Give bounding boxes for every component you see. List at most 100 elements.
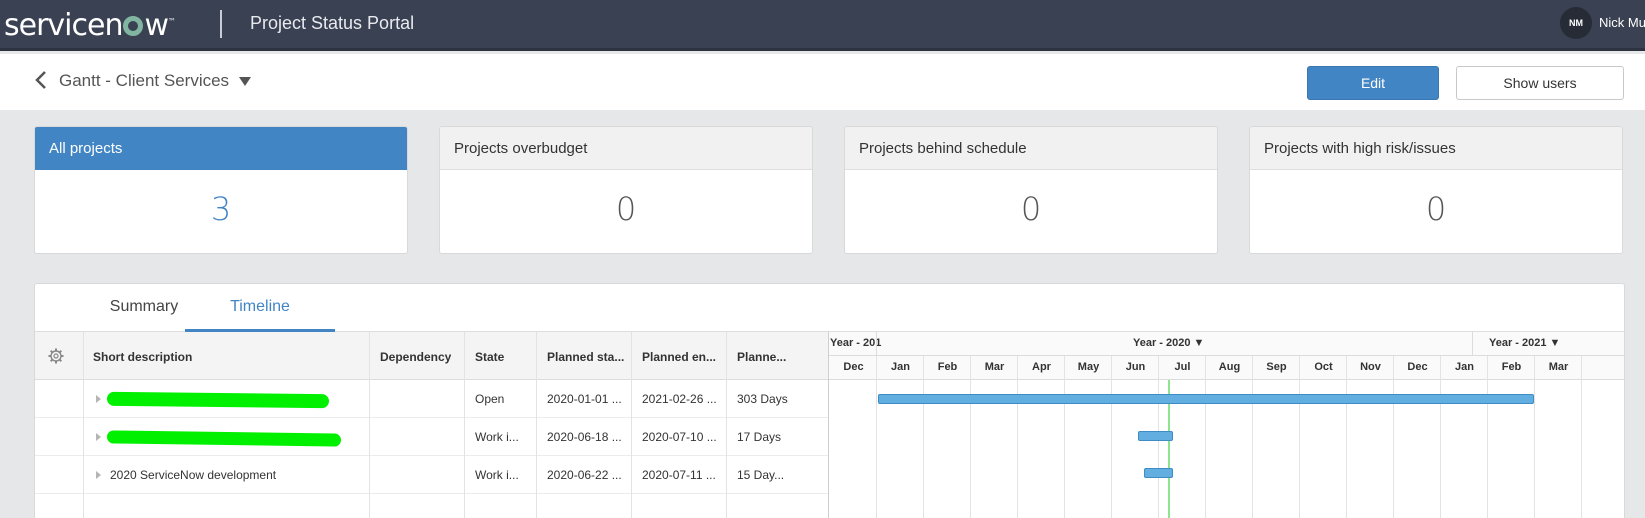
cell-state: Work i... bbox=[475, 430, 519, 444]
redaction-mark bbox=[106, 391, 330, 409]
logo-o-icon bbox=[123, 16, 144, 36]
month-gridline bbox=[1440, 356, 1441, 518]
grid-header: Short description Dependency State Plann… bbox=[35, 332, 828, 380]
month-gridline bbox=[1252, 356, 1253, 518]
month-label: Jun bbox=[1125, 361, 1146, 373]
edit-button[interactable]: Edit bbox=[1307, 66, 1439, 100]
month-gridline bbox=[1534, 356, 1535, 518]
gantt-grid: Short description Dependency State Plann… bbox=[35, 332, 828, 518]
servicenow-logo[interactable]: servicen w™ bbox=[4, 2, 176, 43]
gantt-timeline: Year - 201 Year - 2020 ▼ Year - 2021 ▼ D… bbox=[828, 332, 1624, 518]
month-label: Oct bbox=[1314, 361, 1333, 373]
month-label: Jul bbox=[1174, 361, 1191, 373]
show-users-button[interactable]: Show users bbox=[1456, 66, 1624, 100]
card-projects-behind-schedule[interactable]: Projects behind schedule 0 bbox=[844, 126, 1218, 254]
column-header-planned-duration[interactable]: Planne... bbox=[737, 350, 823, 364]
tab-timeline[interactable]: Timeline bbox=[185, 284, 335, 332]
month-label: Nov bbox=[1360, 361, 1381, 373]
logo-text-post: w bbox=[144, 8, 169, 43]
card-label: Projects with high risk/issues bbox=[1250, 127, 1622, 170]
month-gridline bbox=[1346, 356, 1347, 518]
table-row[interactable]: Open 2020-01-01 ... 2021-02-26 ... 303 D… bbox=[35, 380, 828, 418]
month-label: Aug bbox=[1218, 361, 1241, 373]
column-header-dependency[interactable]: Dependency bbox=[380, 350, 451, 364]
user-name[interactable]: Nick Mu bbox=[1599, 15, 1645, 30]
month-gridline bbox=[876, 356, 877, 518]
cell-state: Open bbox=[475, 392, 505, 406]
gantt-bar[interactable] bbox=[878, 394, 1534, 404]
expand-icon[interactable] bbox=[96, 395, 101, 403]
column-header-planned-end[interactable]: Planned en... bbox=[642, 350, 728, 364]
month-label: May bbox=[1077, 361, 1100, 373]
gantt-panel: Summary Timeline Short description Depen… bbox=[34, 283, 1625, 518]
card-value: 0 bbox=[1020, 190, 1042, 228]
table-row[interactable]: Work i... 2020-06-18 ... 2020-07-10 ... … bbox=[35, 418, 828, 456]
card-label: Projects behind schedule bbox=[845, 127, 1217, 170]
column-divider bbox=[464, 332, 465, 518]
cell-duration: 17 Days bbox=[737, 430, 782, 444]
column-header-planned-start[interactable]: Planned sta... bbox=[547, 350, 633, 364]
card-value: 0 bbox=[615, 190, 637, 228]
column-header-state[interactable]: State bbox=[475, 350, 504, 364]
column-divider bbox=[536, 332, 537, 518]
cell-planned-end: 2020-07-11 ... bbox=[642, 468, 716, 482]
expand-icon[interactable] bbox=[96, 433, 101, 441]
logo-text-pre: servicen bbox=[4, 8, 123, 43]
month-gridline bbox=[1017, 356, 1018, 518]
year-divider bbox=[876, 332, 877, 356]
table-row[interactable]: 2020 ServiceNow development Work i... 20… bbox=[35, 456, 828, 494]
card-label: All projects bbox=[35, 127, 407, 170]
column-header-short-description[interactable]: Short description bbox=[93, 350, 192, 364]
month-gridline bbox=[923, 356, 924, 518]
gantt-bar[interactable] bbox=[1144, 468, 1173, 478]
month-label: Mar bbox=[984, 361, 1005, 373]
card-label: Projects overbudget bbox=[440, 127, 812, 170]
cell-planned-start: 2020-06-18 ... bbox=[547, 430, 622, 444]
card-projects-high-risk[interactable]: Projects with high risk/issues 0 bbox=[1249, 126, 1623, 254]
page-header: Gantt - Client Services Edit Show users bbox=[0, 54, 1645, 110]
month-gridline bbox=[1393, 356, 1394, 518]
avatar[interactable]: NM bbox=[1560, 7, 1592, 39]
month-label: Sep bbox=[1266, 361, 1287, 373]
timeline-month-row: Dec Jan Feb Mar Apr May Jun Jul Aug Sep … bbox=[829, 356, 1624, 380]
card-projects-overbudget[interactable]: Projects overbudget 0 bbox=[439, 126, 813, 254]
cell-duration: 303 Days bbox=[737, 392, 788, 406]
chevron-left-icon[interactable] bbox=[34, 68, 48, 92]
month-gridline bbox=[1111, 356, 1112, 518]
year-label[interactable]: Year - 2020 ▼ bbox=[1133, 337, 1204, 349]
cell-description: 2020 ServiceNow development bbox=[110, 468, 277, 482]
month-gridline bbox=[1581, 356, 1582, 518]
gear-icon[interactable] bbox=[48, 348, 64, 364]
month-label: Mar bbox=[1548, 361, 1569, 373]
top-nav: servicen w™ Project Status Portal NM Nick… bbox=[0, 0, 1645, 51]
year-divider bbox=[1472, 332, 1473, 356]
cell-planned-start: 2020-06-22 ... bbox=[547, 468, 622, 482]
card-value: 0 bbox=[1425, 190, 1447, 228]
column-divider bbox=[726, 332, 727, 518]
column-divider bbox=[369, 332, 370, 518]
year-label[interactable]: Year - 2021 ▼ bbox=[1489, 337, 1560, 349]
logo-tm: ™ bbox=[168, 17, 176, 26]
timeline-year-row: Year - 201 Year - 2020 ▼ Year - 2021 ▼ bbox=[829, 332, 1624, 356]
month-label: Jan bbox=[1455, 361, 1474, 373]
cell-planned-end: 2021-02-26 ... bbox=[642, 392, 717, 406]
gantt-bar[interactable] bbox=[1138, 431, 1173, 441]
month-gridline bbox=[1487, 356, 1488, 518]
month-gridline bbox=[970, 356, 971, 518]
portal-title: Project Status Portal bbox=[250, 13, 415, 33]
cell-planned-end: 2020-07-10 ... bbox=[642, 430, 717, 444]
card-all-projects[interactable]: All projects 3 bbox=[34, 126, 408, 254]
tab-bar: Summary Timeline bbox=[35, 284, 1624, 332]
cell-state: Work i... bbox=[475, 468, 519, 482]
caret-down-icon[interactable] bbox=[239, 77, 251, 86]
redaction-mark bbox=[106, 430, 342, 447]
page-title: Gantt - Client Services bbox=[59, 71, 230, 90]
month-label: Apr bbox=[1032, 361, 1051, 373]
cell-planned-start: 2020-01-01 ... bbox=[547, 392, 622, 406]
month-label: Feb bbox=[937, 361, 958, 373]
expand-icon[interactable] bbox=[96, 471, 101, 479]
month-label: Jan bbox=[891, 361, 910, 373]
month-gridline bbox=[1299, 356, 1300, 518]
year-label[interactable]: Year - 201 bbox=[830, 337, 881, 349]
cell-duration: 15 Day... bbox=[737, 468, 785, 482]
